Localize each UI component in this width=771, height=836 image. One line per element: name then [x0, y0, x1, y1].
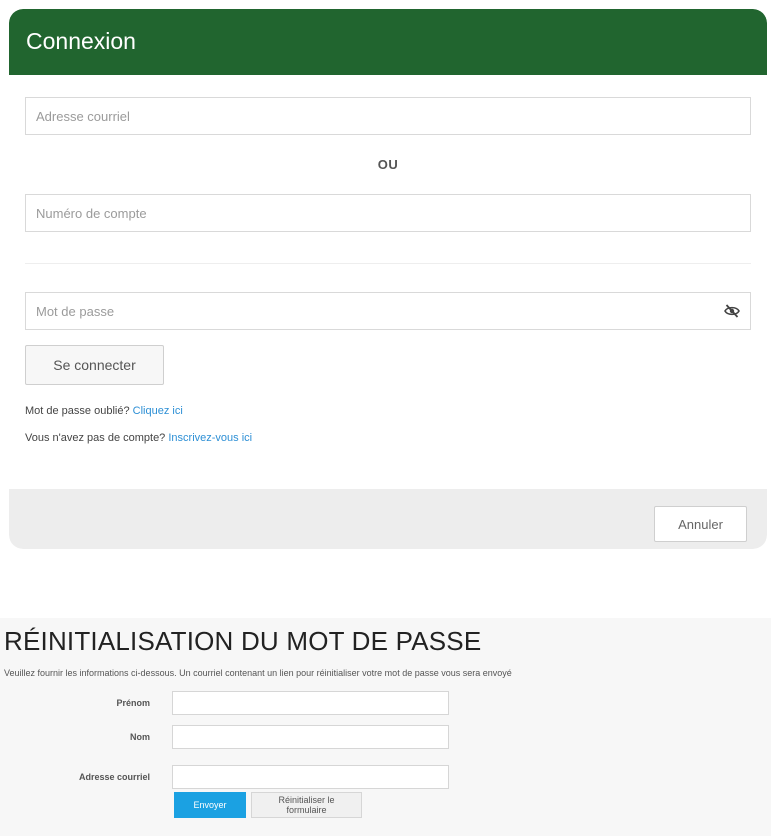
- forgot-password-text: Mot de passe oublié?: [25, 405, 130, 417]
- or-separator-text: OU: [377, 157, 399, 172]
- reset-email-field-wrapper: [172, 765, 449, 789]
- register-text: Vous n'avez pas de compte?: [25, 432, 166, 444]
- first-name-field-wrapper: [172, 691, 449, 715]
- cancel-button[interactable]: Annuler: [654, 506, 747, 542]
- forgot-password-line: Mot de passe oublié? Cliquez ici: [25, 405, 183, 417]
- first-name-field[interactable]: [173, 692, 448, 714]
- password-field[interactable]: [26, 293, 750, 329]
- page-title: RÉINITIALISATION DU MOT DE PASSE: [4, 626, 482, 656]
- password-field-wrapper: [25, 292, 751, 330]
- login-button[interactable]: Se connecter: [25, 345, 164, 385]
- reset-description: Veuillez fournir les informations ci-des…: [4, 668, 512, 678]
- email-field-wrapper: [25, 97, 751, 135]
- last-name-label: Nom: [130, 732, 150, 742]
- password-reset-section: RÉINITIALISATION DU MOT DE PASSE Veuille…: [0, 618, 771, 836]
- email-field[interactable]: [26, 98, 750, 134]
- modal-title: Connexion: [26, 28, 136, 54]
- account-number-field-wrapper: [25, 194, 751, 232]
- modal-header: Connexion: [9, 9, 767, 75]
- reset-email-label: Adresse courriel: [78, 772, 150, 782]
- register-line: Vous n'avez pas de compte? Inscrivez-vou…: [25, 432, 252, 444]
- login-modal: Connexion OU Se connecter Mot de passe o…: [9, 9, 767, 549]
- first-name-label: Prénom: [116, 698, 150, 708]
- last-name-field-wrapper: [172, 725, 449, 749]
- forgot-password-link[interactable]: Cliquez ici: [133, 405, 183, 417]
- divider: [25, 263, 751, 264]
- register-link[interactable]: Inscrivez-vous ici: [168, 432, 252, 444]
- reset-form-button[interactable]: Réinitialiser le formulaire: [251, 792, 362, 818]
- submit-button[interactable]: Envoyer: [174, 792, 246, 818]
- modal-footer: Annuler: [9, 489, 767, 549]
- last-name-field[interactable]: [173, 726, 448, 748]
- account-number-field[interactable]: [26, 195, 750, 231]
- reset-email-field[interactable]: [173, 766, 448, 788]
- eye-slash-icon[interactable]: [724, 304, 740, 318]
